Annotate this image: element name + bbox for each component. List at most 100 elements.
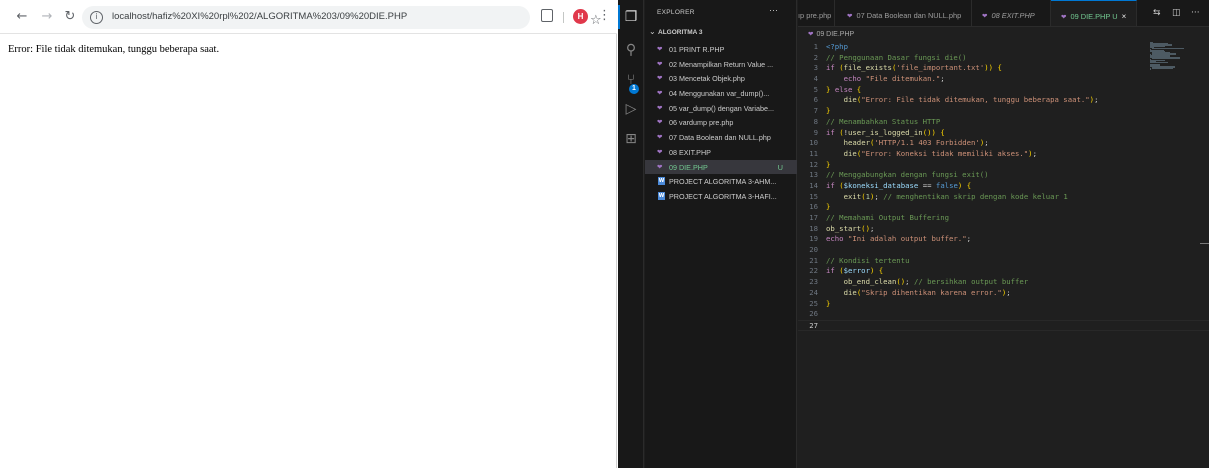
browser-window: ← → ↻ i localhost/hafiz%20XI%20rpl%202/A…: [0, 0, 617, 468]
file-item[interactable]: ❤ 09 DIE.PHP U: [645, 159, 797, 175]
line-number: 3: [813, 63, 818, 73]
code-line[interactable]: 17 // Memahami Output Buffering: [798, 213, 1209, 224]
tab-exit[interactable]: ❤ 08 EXIT.PHP: [972, 0, 1051, 26]
code-text: if ($koneksi_database == false) {: [826, 180, 972, 190]
editor-area: ıp pre.php ❤ 07 Data Boolean dan NULL.php…: [798, 0, 1209, 468]
file-item[interactable]: ❤ 02 Menampilkan Return Value ...: [645, 57, 797, 72]
line-number: 10: [809, 138, 818, 148]
code-line[interactable]: 19 echo "Ini adalah output buffer.";: [798, 234, 1209, 245]
extensions-puzzle-icon[interactable]: [541, 9, 553, 22]
code-line[interactable]: 8 // Menambahkan Status HTTP: [798, 117, 1209, 128]
line-number: 4: [813, 74, 818, 84]
code-line[interactable]: 6 die("Error: File tidak ditemukan, tung…: [798, 95, 1209, 106]
code-text: // Menambahkan Status HTTP: [826, 116, 941, 126]
file-label: 01 PRINT R.PHP: [669, 45, 725, 54]
code-editor[interactable]: 1 <?php 2// Penggunaan Dasar fungsi die() 3…: [798, 42, 1209, 331]
file-item[interactable]: W PROJECT ALGORITMA 3-AHM...: [645, 174, 797, 189]
code-text: die("Skrip dihentikan karena error.");: [843, 287, 1011, 297]
code-text: <?php: [826, 42, 848, 51]
file-label: 09 DIE.PHP: [669, 162, 708, 172]
compare-changes-icon[interactable]: ⇆: [1153, 8, 1161, 18]
tab-vardump-pre[interactable]: ıp pre.php: [798, 0, 835, 26]
code-line[interactable]: 25}: [798, 299, 1209, 310]
tab-die-active[interactable]: ❤ 09 DIE.PHP U ×: [1051, 0, 1137, 26]
line-number: 16: [809, 202, 818, 212]
line-number: 27: [809, 320, 818, 330]
forward-arrow-icon[interactable]: →: [39, 9, 55, 25]
line-number: 5: [813, 84, 818, 94]
explorer-files-icon[interactable]: ❐: [618, 5, 639, 29]
code-line[interactable]: 10 header('HTTP/1.1 403 Forbidden');: [798, 138, 1209, 149]
code-line[interactable]: 5 } else {: [798, 85, 1209, 96]
error-message: Error: File tidak ditemukan, tunggu bebe…: [8, 44, 220, 55]
php-icon: ❤: [657, 89, 663, 98]
explorer-more-icon[interactable]: ···: [769, 5, 778, 15]
line-number: 9: [813, 127, 818, 137]
code-line[interactable]: 11 die("Error: Koneksi tidak memiliki ak…: [798, 149, 1209, 160]
reload-icon[interactable]: ↻: [62, 9, 78, 25]
profile-avatar[interactable]: H: [573, 9, 588, 24]
code-line[interactable]: 15 exit(1); // menghentikan skrip dengan…: [798, 192, 1209, 203]
split-editor-icon[interactable]: ◫: [1172, 8, 1181, 18]
tab-data-boolean[interactable]: ❤ 07 Data Boolean dan NULL.php: [835, 0, 972, 26]
code-line[interactable]: 26: [798, 309, 1209, 320]
file-item[interactable]: ❤ 04 Menggunakan var_dump()...: [645, 86, 797, 101]
file-label: PROJECT ALGORITMA 3-HAFI...: [669, 191, 777, 201]
file-item[interactable]: W PROJECT ALGORITMA 3-HAFI...: [645, 189, 797, 204]
url-text[interactable]: localhost/hafiz%20XI%20rpl%202/ALGORITMA…: [112, 11, 407, 22]
code-text: }: [826, 106, 831, 116]
file-item[interactable]: ❤ 03 Mencetak Objek.php: [645, 71, 797, 86]
file-item[interactable]: ❤ 06 vardump pre.php: [645, 115, 797, 130]
line-number: 26: [809, 309, 818, 319]
code-line[interactable]: 18 ob_start();: [798, 224, 1209, 235]
code-line[interactable]: 12}: [798, 160, 1209, 171]
line-number: 20: [809, 245, 818, 255]
code-line[interactable]: 27: [798, 319, 1209, 331]
file-label: 04 Menggunakan var_dump()...: [669, 89, 770, 99]
breadcrumb[interactable]: ❤ 09 DIE.PHP: [808, 30, 854, 38]
code-line[interactable]: 22 if ($error) {: [798, 266, 1209, 277]
back-arrow-icon[interactable]: ←: [14, 9, 30, 25]
code-line[interactable]: 20: [798, 245, 1209, 256]
line-number: 12: [809, 159, 818, 169]
line-number: 21: [809, 255, 818, 265]
code-line[interactable]: 2 // Penggunaan Dasar fungsi die(): [798, 53, 1209, 64]
code-line[interactable]: 1 <?php: [798, 42, 1209, 53]
code-line[interactable]: 16}: [798, 202, 1209, 213]
tab-label: ıp pre.php: [798, 11, 832, 20]
code-line[interactable]: 9 if (!user_is_logged_in()) {: [798, 128, 1209, 139]
more-menu-icon[interactable]: ⋮: [598, 8, 611, 24]
file-label: 07 Data Boolean dan NULL.php: [669, 133, 771, 143]
breadcrumb-file[interactable]: 09 DIE.PHP: [816, 31, 854, 38]
code-line[interactable]: 21 // Kondisi tertentu: [798, 256, 1209, 267]
info-icon[interactable]: i: [90, 11, 103, 24]
file-item[interactable]: ❤ 08 EXIT.PHP: [645, 145, 797, 160]
folder-header[interactable]: ⌄ ALGORITMA 3: [645, 27, 797, 39]
code-line[interactable]: 23 ob_end_clean(); // bersihkan output b…: [798, 277, 1209, 288]
code-line[interactable]: 3 if (file_exists('file_important.txt')) …: [798, 63, 1209, 74]
extensions-icon[interactable]: ⊞: [623, 131, 639, 147]
line-number: 7: [813, 106, 818, 116]
page-content: Error: File tidak ditemukan, tunggu bebe…: [0, 35, 616, 468]
more-actions-icon[interactable]: ···: [1191, 8, 1200, 18]
file-item[interactable]: ❤ 01 PRINT R.PHP: [645, 42, 797, 57]
search-icon[interactable]: ⚲: [623, 42, 639, 58]
php-icon: ❤: [1061, 13, 1067, 21]
code-line[interactable]: 13 // Menggabungkan dengan fungsi exit(): [798, 170, 1209, 181]
close-icon[interactable]: ×: [1122, 12, 1127, 21]
folder-name[interactable]: ALGORITMA 3: [658, 29, 703, 36]
chevron-down-icon[interactable]: ⌄: [649, 27, 656, 36]
php-icon: ❤: [657, 103, 663, 112]
code-line[interactable]: 4 echo "File ditemukan.";: [798, 74, 1209, 85]
php-icon: ❤: [657, 74, 663, 83]
code-text: } else {: [826, 84, 862, 94]
file-item[interactable]: ❤ 07 Data Boolean dan NULL.php: [645, 130, 797, 145]
run-debug-icon[interactable]: ▷: [623, 101, 639, 117]
address-bar[interactable]: i localhost/hafiz%20XI%20rpl%202/ALGORIT…: [82, 6, 602, 29]
minimap[interactable]: [1150, 42, 1192, 72]
explorer-title: EXPLORER: [657, 9, 695, 16]
code-line[interactable]: 14 if ($koneksi_database == false) {: [798, 181, 1209, 192]
code-line[interactable]: 7}: [798, 106, 1209, 117]
code-line[interactable]: 24 die("Skrip dihentikan karena error.")…: [798, 288, 1209, 299]
file-item[interactable]: ❤ 05 var_dump() dengan Variabe...: [645, 101, 797, 116]
